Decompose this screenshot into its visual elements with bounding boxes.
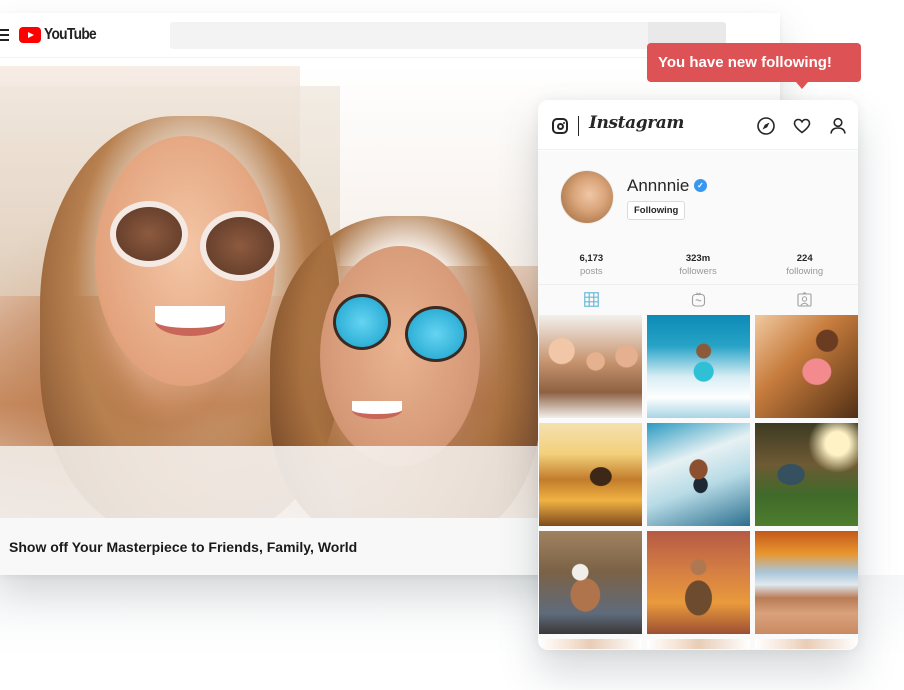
post-thumbnail[interactable] [539,531,642,634]
sunglasses-lens [405,306,467,362]
youtube-play-icon [19,27,41,43]
following-button[interactable]: Following [627,201,686,220]
compass-icon[interactable] [756,116,776,136]
search-input[interactable] [170,22,648,49]
video-title[interactable]: Show off Your Masterpiece to Friends, Fa… [9,539,357,555]
verified-badge-icon: ✓ [694,179,707,192]
stat-following[interactable]: 224 following [751,253,858,283]
profile-tabs [538,284,858,314]
video-face-right [320,246,480,466]
tab-igtv[interactable] [645,285,752,314]
hamburger-menu-icon[interactable] [0,29,10,41]
tab-tagged[interactable] [751,285,858,314]
instagram-nav: Instagram [538,100,858,150]
stat-label: followers [679,266,717,277]
post-thumbnail[interactable] [647,639,750,649]
stat-label: following [786,266,824,277]
post-thumbnail[interactable] [647,315,750,418]
stat-value: 323m [685,253,711,264]
youtube-logo[interactable]: YouTube [19,26,104,44]
heart-icon[interactable] [792,116,812,136]
video-smile [352,401,402,419]
camera-icon[interactable] [552,118,568,134]
instagram-panel: Instagram Annnnie ✓ Following 6,173 post… [538,100,858,650]
new-following-notification[interactable]: You have new following! [647,43,861,89]
sunglasses-lens [333,294,391,350]
posts-grid [539,315,858,649]
instagram-wordmark[interactable]: Instagram [589,113,684,133]
post-thumbnail[interactable] [539,423,642,526]
tv-icon [691,292,705,307]
post-thumbnail[interactable] [539,639,642,649]
video-smile [155,306,225,336]
profile-username: Annnnie [627,176,690,195]
post-thumbnail[interactable] [755,423,858,526]
avatar[interactable] [560,170,614,224]
instagram-profile: Annnnie ✓ Following 6,173 posts 323m fol… [538,151,858,650]
tab-posts-grid[interactable] [538,285,645,314]
sunglasses-lens [200,211,280,281]
youtube-logo-text: YouTube [44,26,97,43]
post-thumbnail[interactable] [539,315,642,418]
stat-label: posts [579,266,603,277]
profile-stats: 6,173 posts 323m followers 224 following [538,253,858,283]
video-shirts [0,446,560,518]
user-icon[interactable] [828,116,848,136]
post-thumbnail[interactable] [647,531,750,634]
post-thumbnail[interactable] [647,423,750,526]
post-thumbnail[interactable] [755,639,858,649]
notification-text: You have new following! [658,54,832,71]
nav-divider [578,116,579,136]
stat-posts[interactable]: 6,173 posts [538,253,645,283]
stat-followers[interactable]: 323m followers [645,253,752,283]
stat-value: 224 [796,253,813,264]
post-thumbnail[interactable] [755,315,858,418]
stat-value: 6,173 [579,253,604,264]
post-thumbnail[interactable] [755,531,858,634]
sunglasses-lens [110,201,188,267]
tagged-portrait-icon [797,292,812,307]
grid-icon [583,292,599,307]
